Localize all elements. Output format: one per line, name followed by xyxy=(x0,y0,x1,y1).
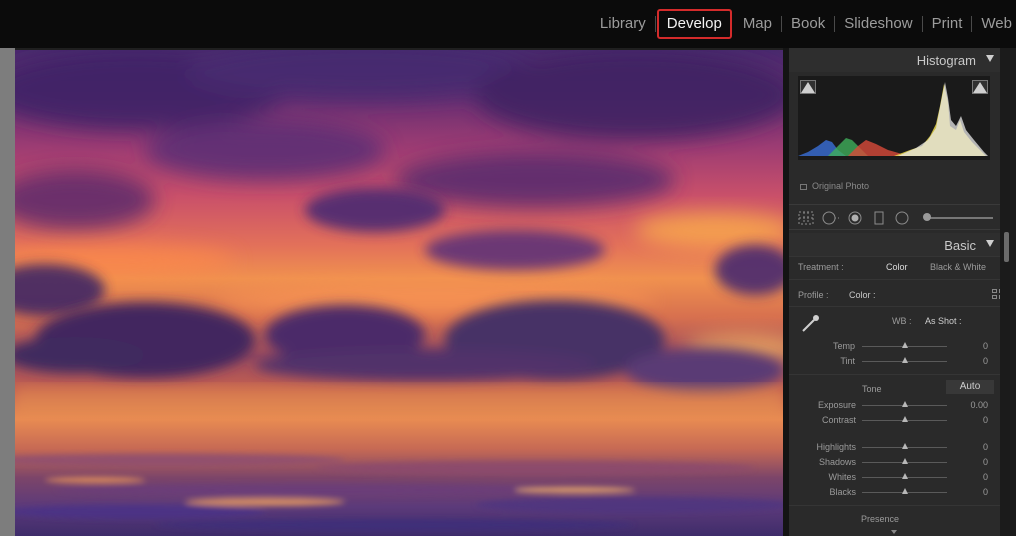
collapse-triangle-icon[interactable] xyxy=(986,240,994,247)
divider xyxy=(789,505,1000,506)
panel-scrollbar-thumb[interactable] xyxy=(1004,232,1009,262)
profile-label: Profile : xyxy=(798,290,829,300)
shadows-label: Shadows xyxy=(818,457,856,467)
highlight-clipping-icon xyxy=(973,82,987,93)
histogram[interactable] xyxy=(798,76,990,160)
module-separator xyxy=(781,16,782,32)
treatment-label: Treatment : xyxy=(798,262,844,272)
tint-slider-knob[interactable] xyxy=(901,357,908,363)
wb-dropdown[interactable]: As Shot : xyxy=(925,316,962,326)
shadows-value[interactable]: 0 xyxy=(958,457,988,467)
spot-removal-icon[interactable] xyxy=(822,211,842,225)
tint-value[interactable]: 0 xyxy=(958,356,988,366)
collapse-triangle-icon[interactable] xyxy=(986,55,994,62)
exposure-slider-knob[interactable] xyxy=(901,401,908,407)
tint-label: Tint xyxy=(840,356,855,366)
exposure-label: Exposure xyxy=(817,400,856,410)
divider xyxy=(789,279,1000,280)
treatment-bw-option[interactable]: Black & White xyxy=(930,262,986,272)
shadows-slider-knob[interactable] xyxy=(901,458,908,464)
blacks-label: Blacks xyxy=(829,487,856,497)
whites-slider-knob[interactable] xyxy=(901,473,908,479)
module-picker: Library Develop Map Book Slideshow Print… xyxy=(592,0,1016,48)
module-develop[interactable]: Develop xyxy=(656,9,732,39)
left-panel-edge xyxy=(0,48,15,536)
contrast-label: Contrast xyxy=(821,415,856,425)
contrast-value[interactable]: 0 xyxy=(958,415,988,425)
histogram-graph xyxy=(798,82,988,156)
module-library[interactable]: Library xyxy=(592,15,654,33)
module-separator xyxy=(834,16,836,32)
divider xyxy=(789,306,1000,307)
shadow-clipping-icon xyxy=(801,82,815,93)
whites-label: Whites xyxy=(828,472,856,482)
auto-tone-button[interactable]: Auto xyxy=(946,380,994,394)
original-photo-label: Original Photo xyxy=(812,181,870,191)
histogram-title: Histogram xyxy=(916,53,976,68)
original-photo-icon xyxy=(800,183,807,190)
white-balance-eyedropper-icon[interactable] xyxy=(799,312,821,334)
blacks-value[interactable]: 0 xyxy=(958,487,988,497)
wb-label: WB : xyxy=(892,316,912,326)
basic-title: Basic xyxy=(944,238,976,253)
module-map[interactable]: Map xyxy=(735,15,780,33)
temp-value[interactable]: 0 xyxy=(958,341,988,351)
module-print[interactable]: Print xyxy=(924,15,971,33)
original-photo-status: Original Photo xyxy=(800,181,869,191)
crop-overlay-icon[interactable] xyxy=(798,211,814,225)
brush-size-track[interactable] xyxy=(925,217,993,219)
sunset-photo xyxy=(15,50,783,531)
panel-scrollbar[interactable] xyxy=(1000,48,1016,536)
module-slideshow[interactable]: Slideshow xyxy=(836,15,920,33)
exposure-value[interactable]: 0.00 xyxy=(958,400,988,410)
whites-value[interactable]: 0 xyxy=(958,472,988,482)
contrast-slider-knob[interactable] xyxy=(901,416,908,422)
highlights-label: Highlights xyxy=(816,442,856,452)
presence-label: Presence xyxy=(861,514,900,524)
develop-right-panel: Histogram Original Photo Basic Treatment… xyxy=(789,48,1016,536)
module-separator xyxy=(921,16,923,32)
basic-header[interactable]: Basic xyxy=(789,233,1000,257)
highlights-value[interactable]: 0 xyxy=(958,442,988,452)
module-bar: Library Develop Map Book Slideshow Print… xyxy=(0,0,1016,48)
temp-label: Temp xyxy=(832,341,855,351)
temp-slider-knob[interactable] xyxy=(901,342,908,348)
histogram-header[interactable]: Histogram xyxy=(789,48,1000,72)
graduated-filter-icon[interactable] xyxy=(874,211,884,225)
expand-more-icon[interactable] xyxy=(891,530,897,534)
divider xyxy=(789,374,1000,375)
tone-label: Tone xyxy=(862,384,882,394)
radial-filter-icon[interactable] xyxy=(895,211,909,225)
treatment-color-option[interactable]: Color xyxy=(886,262,908,272)
photo-canvas[interactable] xyxy=(15,50,783,536)
highlights-slider-knob[interactable] xyxy=(901,443,908,449)
profile-dropdown[interactable]: Color : xyxy=(849,290,876,300)
blacks-slider-knob[interactable] xyxy=(901,488,908,494)
divider xyxy=(789,256,1000,257)
module-book[interactable]: Book xyxy=(783,15,833,33)
tool-strip xyxy=(789,204,1000,230)
adjustment-brush-icon[interactable] xyxy=(923,213,931,221)
module-separator xyxy=(654,16,656,32)
module-separator xyxy=(971,16,973,32)
module-web[interactable]: Web xyxy=(973,15,1016,33)
red-eye-icon[interactable] xyxy=(848,211,862,225)
